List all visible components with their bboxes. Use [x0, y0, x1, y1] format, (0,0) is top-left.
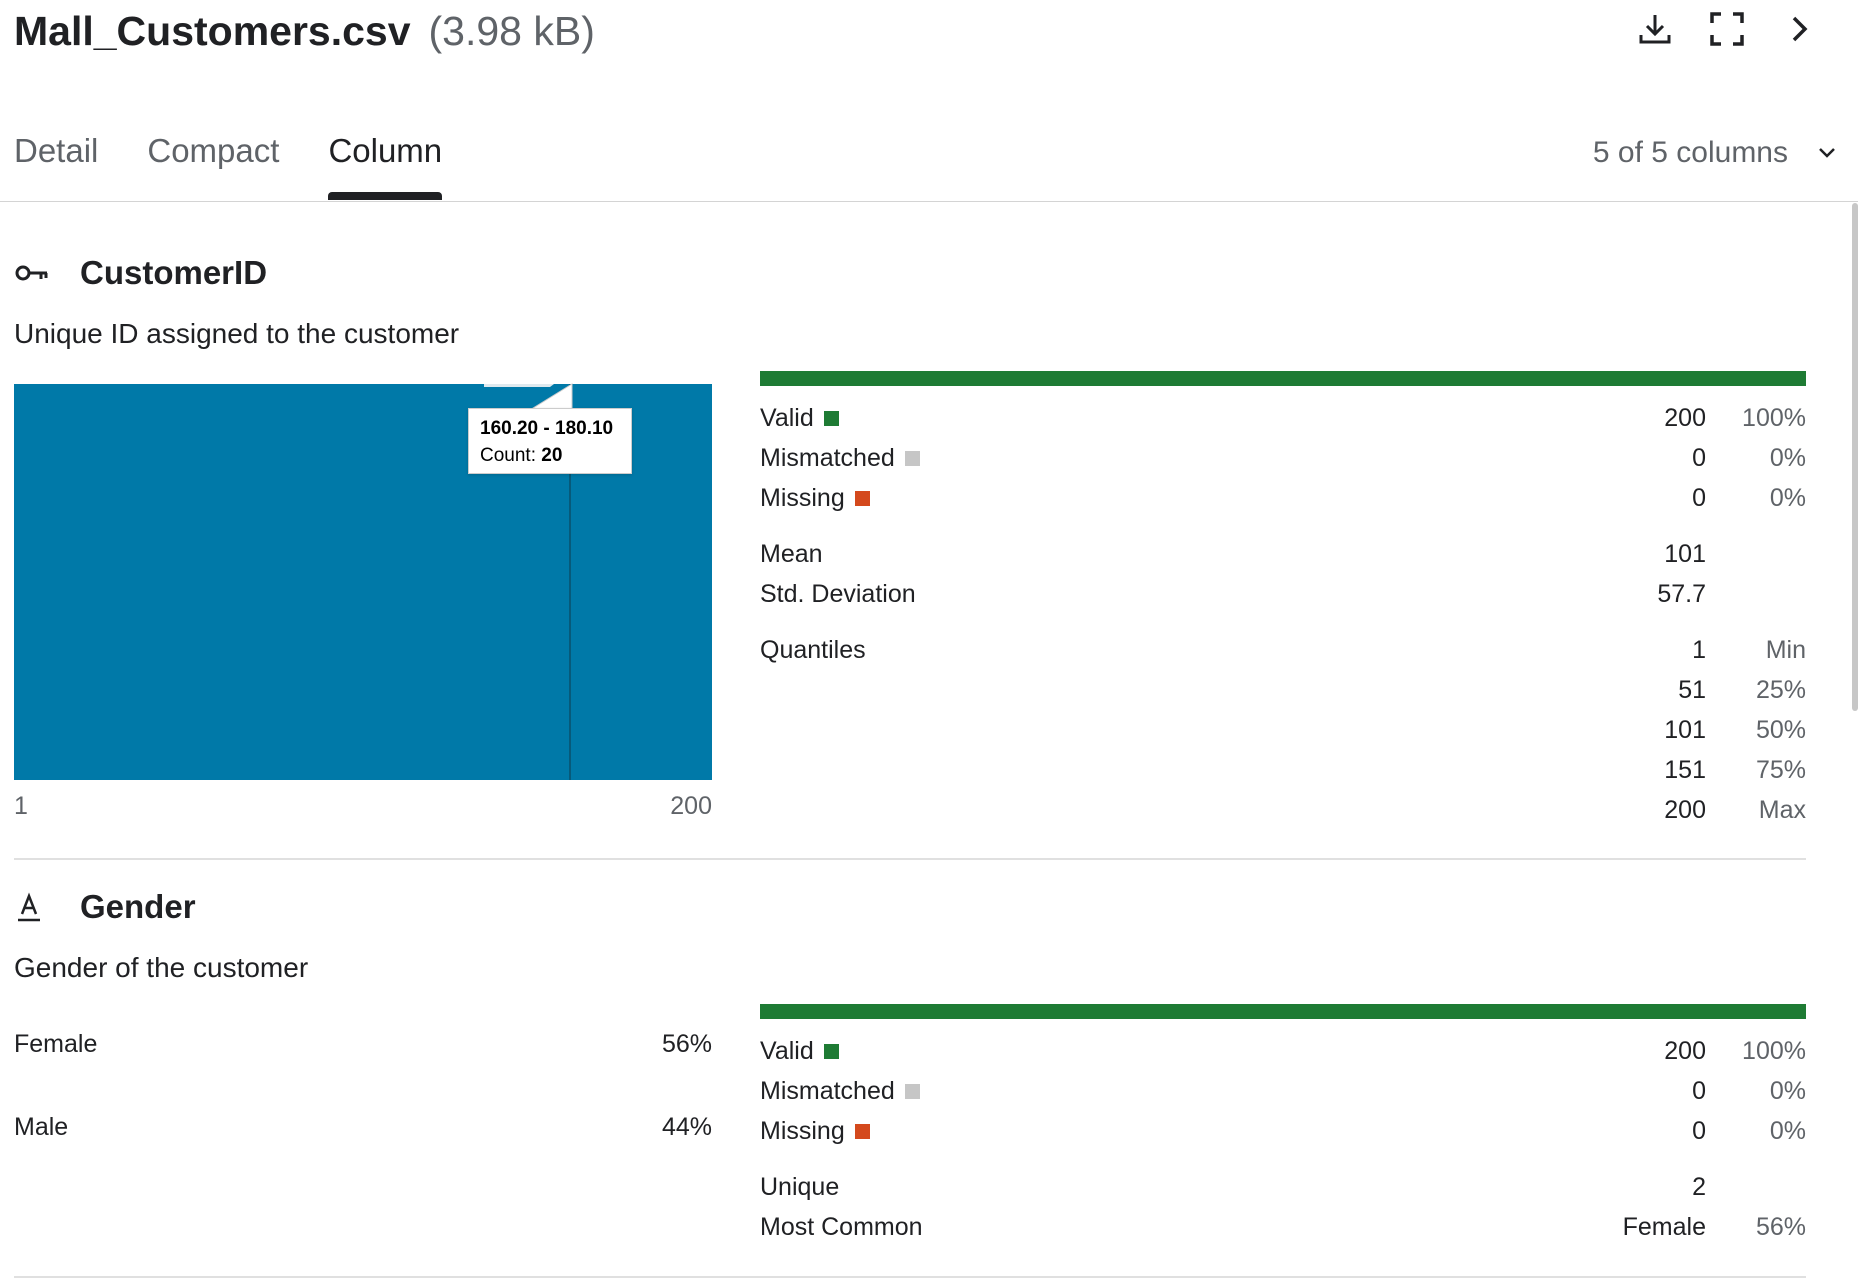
- stat-value: 200: [1664, 1037, 1706, 1065]
- stat-value: 101: [1664, 716, 1706, 744]
- tooltip-count: 20: [541, 445, 563, 466]
- stat-valid: Valid 200 100%: [760, 404, 1806, 444]
- missing-swatch: [854, 1124, 870, 1139]
- scrollbar[interactable]: [1852, 203, 1858, 711]
- stat-label: Most Common: [760, 1213, 923, 1241]
- stat-quantile-min: Quantiles 1 Min: [760, 636, 1806, 676]
- tooltip-count-label: Count:: [480, 445, 536, 466]
- stat-value: 151: [1664, 756, 1706, 784]
- stat-value: 0: [1692, 1117, 1706, 1145]
- stat-percent: 0%: [1769, 444, 1806, 472]
- fullscreen-icon[interactable]: [1708, 10, 1746, 48]
- stat-label: Quantiles: [760, 636, 866, 664]
- stat-label: Missing: [760, 1117, 870, 1146]
- stat-value: 2: [1692, 1173, 1706, 1201]
- tooltip-range: 160.20 - 180.10: [480, 418, 614, 439]
- stat-label: Valid: [760, 1037, 839, 1066]
- stat-percent: 25%: [1755, 676, 1806, 704]
- stat-label: Mismatched: [760, 1077, 920, 1106]
- column-name: Gender: [80, 888, 196, 925]
- stat-valid: Valid 200 100%: [760, 1037, 1806, 1077]
- file-size: (3.98 kB): [428, 7, 595, 54]
- stat-missing: Missing 0 0%: [760, 1117, 1806, 1157]
- column-description: Unique ID assigned to the customer: [14, 318, 460, 349]
- column-description: Gender of the customer: [14, 952, 309, 983]
- column-title-customerid: CustomerID: [14, 254, 267, 292]
- histogram-x-max: 200: [670, 792, 712, 820]
- chevron-down-icon: [1819, 148, 1835, 158]
- stat-percent: 56%: [1755, 1213, 1806, 1241]
- stat-percent: 50%: [1755, 716, 1806, 744]
- histogram-tooltip: 160.20 - 180.10 Count: 20: [468, 408, 632, 474]
- stat-label: Mean: [760, 540, 823, 568]
- tab-column[interactable]: Column: [328, 132, 442, 200]
- stat-missing: Missing 0 0%: [760, 484, 1806, 524]
- stat-value: 0: [1692, 484, 1706, 512]
- histogram-x-min: 1: [14, 792, 28, 820]
- tab-detail[interactable]: Detail: [14, 132, 98, 200]
- stat-quantile-50: 101 50%: [760, 716, 1806, 756]
- stat-value: 57.7: [1657, 580, 1706, 608]
- view-tabs: Detail Compact Column: [14, 132, 442, 200]
- stat-value: 51: [1678, 676, 1706, 704]
- header-actions: [1636, 10, 1818, 48]
- mismatched-swatch: [904, 1084, 920, 1099]
- chevron-right-icon[interactable]: [1780, 10, 1818, 48]
- category-label: Female: [14, 1030, 98, 1058]
- stat-mismatched: Mismatched 0 0%: [760, 444, 1806, 484]
- stat-mean: Mean 101: [760, 540, 1806, 580]
- stat-std-deviation: Std. Deviation 57.7: [760, 580, 1806, 620]
- stat-percent: Min: [1765, 636, 1806, 664]
- stat-unique: Unique 2: [760, 1173, 1806, 1213]
- stat-value: 200: [1664, 404, 1706, 432]
- stat-value: 101: [1664, 540, 1706, 568]
- file-header: Mall_Customers.csv (3.98 kB): [14, 0, 595, 62]
- text-type-icon: [14, 892, 52, 922]
- stat-value: 0: [1692, 1077, 1706, 1105]
- stat-quantile-max: 200 Max: [760, 796, 1806, 836]
- stat-label: Std. Deviation: [760, 580, 916, 608]
- section-divider: [14, 1276, 1806, 1278]
- stat-label: Valid: [760, 404, 839, 433]
- valid-swatch: [823, 411, 839, 426]
- category-percent: 56%: [661, 1030, 712, 1058]
- download-icon[interactable]: [1636, 10, 1674, 48]
- stat-percent: Max: [1758, 796, 1806, 824]
- stat-percent: 0%: [1769, 1077, 1806, 1105]
- stat-quantile-25: 51 25%: [760, 676, 1806, 716]
- valid-swatch: [823, 1044, 839, 1059]
- stat-mismatched: Mismatched 0 0%: [760, 1077, 1806, 1117]
- tab-compact[interactable]: Compact: [147, 132, 279, 200]
- mismatched-swatch: [904, 451, 920, 466]
- stat-percent: 75%: [1755, 756, 1806, 784]
- validity-bar: [760, 1004, 1806, 1019]
- tab-divider: [0, 201, 1858, 202]
- stat-label: Unique: [760, 1173, 840, 1201]
- missing-swatch: [854, 491, 870, 506]
- stat-value: 1: [1692, 636, 1706, 664]
- stat-percent: 0%: [1769, 484, 1806, 512]
- stat-label: Missing: [760, 484, 870, 513]
- columns-selector-label: 5 of 5 columns: [1592, 136, 1788, 169]
- section-divider: [14, 858, 1806, 860]
- file-name: Mall_Customers.csv: [14, 7, 411, 54]
- stat-value: 200: [1664, 796, 1706, 824]
- stat-value: Female: [1622, 1213, 1706, 1241]
- stat-quantile-75: 151 75%: [760, 756, 1806, 796]
- stat-label: Mismatched: [760, 444, 920, 473]
- stat-percent: 0%: [1769, 1117, 1806, 1145]
- validity-bar: [760, 371, 1806, 386]
- stat-most-common: Most Common Female 56%: [760, 1213, 1806, 1253]
- stat-value: 0: [1692, 444, 1706, 472]
- columns-selector[interactable]: 5 of 5 columns: [1593, 136, 1838, 170]
- category-percent: 44%: [661, 1113, 712, 1141]
- key-icon: [14, 261, 52, 285]
- column-title-gender: Gender: [14, 888, 196, 926]
- category-label: Male: [14, 1113, 69, 1141]
- stat-percent: 100%: [1742, 1037, 1806, 1065]
- column-name: CustomerID: [80, 254, 268, 291]
- tooltip-count-line: Count: 20: [480, 442, 620, 469]
- stat-percent: 100%: [1742, 404, 1806, 432]
